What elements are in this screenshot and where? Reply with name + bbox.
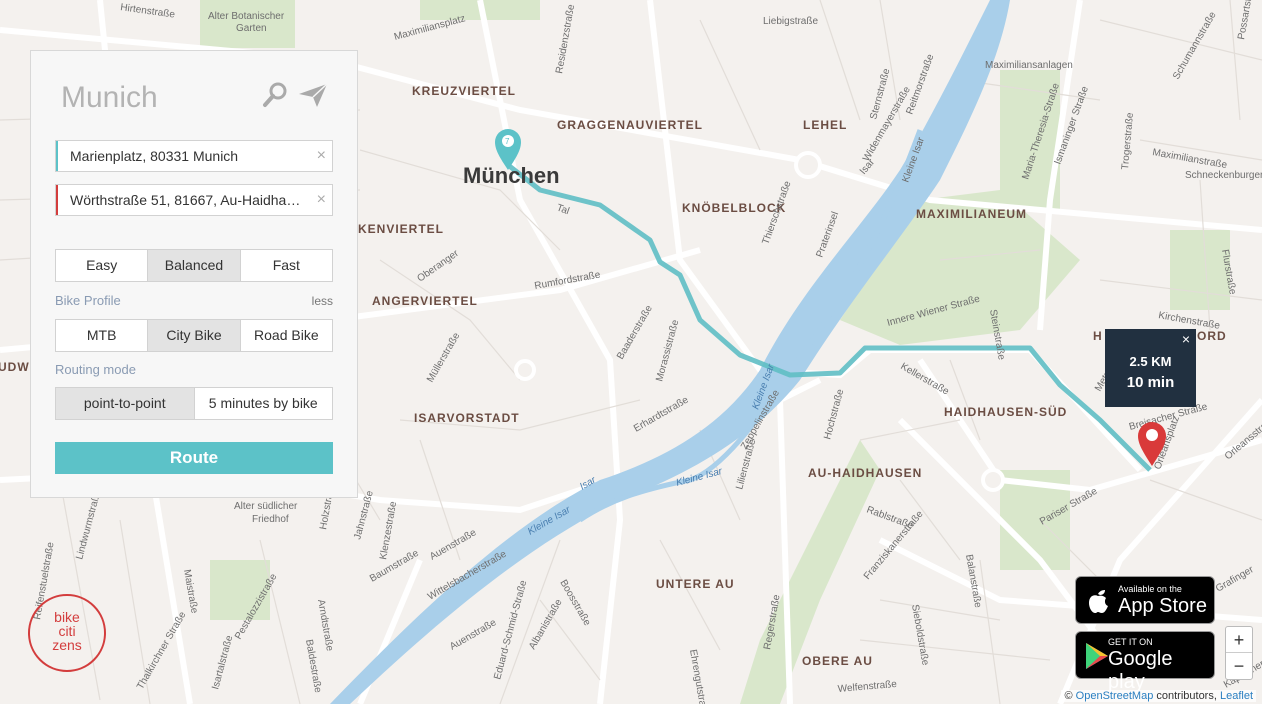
bikecitizens-logo[interactable]: bike citi zens [28, 594, 106, 672]
bike-profile-selector: MTB City Bike Road Bike [55, 319, 333, 352]
roundabout [981, 468, 1005, 492]
preference-fast[interactable]: Fast [241, 250, 332, 281]
district-label: KREUZVIERTEL [412, 84, 516, 98]
zoom-out-button[interactable]: − [1226, 653, 1252, 679]
close-icon[interactable]: × [317, 185, 326, 215]
district-label: ORD [1197, 329, 1227, 343]
google-play-big: Google play [1108, 648, 1173, 693]
district-label: H [1093, 329, 1103, 343]
map-attribution: © OpenStreetMap contributors, Leaflet [1061, 690, 1256, 702]
route-info-popup: × 2.5 KM 10 min [1105, 329, 1196, 407]
roundabout [794, 151, 822, 179]
roundabout [514, 359, 536, 381]
app-store-small: Available on the [1118, 584, 1182, 594]
google-play-badge[interactable]: GET IT ON Google play [1075, 631, 1215, 693]
app-store-big: App Store [1118, 595, 1207, 617]
street-label: Friedhof [252, 514, 289, 525]
district-label: UDW [0, 360, 30, 374]
route-distance: 2.5 KM [1129, 354, 1172, 369]
leaflet-link[interactable]: Leaflet [1220, 690, 1253, 702]
apple-icon [1089, 590, 1108, 613]
less-toggle[interactable]: less [312, 294, 333, 308]
route-button[interactable]: Route [55, 442, 333, 474]
street-label: Alter südlicher [234, 501, 298, 512]
district-label: KENVIERTEL [358, 222, 444, 236]
district-label: UNTERE AU [656, 577, 735, 591]
app-store-badge[interactable]: Available on the App Store [1075, 576, 1215, 624]
search-icon[interactable] [261, 81, 289, 114]
logo-line-3: zens [52, 637, 82, 653]
logo-line-2: citi [58, 623, 76, 639]
routing-mode-selector: point-to-point 5 minutes by bike [55, 387, 333, 420]
close-icon[interactable]: × [317, 141, 326, 171]
send-icon[interactable] [297, 81, 329, 114]
district-label: GRAGGENAUVIERTEL [557, 118, 703, 132]
district-label: HAIDHAUSEN-SÜD [944, 404, 1067, 419]
bike-profile-city[interactable]: City Bike [148, 320, 241, 351]
preference-easy[interactable]: Easy [56, 250, 149, 281]
zoom-control: + − [1225, 626, 1253, 680]
osm-link[interactable]: OpenStreetMap [1076, 690, 1154, 702]
routing-mode-label: Routing mode [55, 362, 136, 377]
google-play-small: GET IT ON [1108, 637, 1153, 647]
bike-profile-mtb[interactable]: MTB [56, 320, 149, 351]
destination-value: Wörthstraße 51, 81667, Au-Haidhausen [70, 192, 317, 208]
close-icon[interactable]: × [1182, 331, 1190, 347]
street-label: Alter Botanischer [208, 11, 285, 22]
city-label: München [463, 163, 560, 188]
play-icon [1086, 643, 1108, 669]
bike-profile-label: Bike Profile [55, 293, 121, 308]
destination-input[interactable]: Wörthstraße 51, 81667, Au-Haidhausen × [55, 184, 333, 216]
route-panel: Munich Marienplatz, 80331 Munich × Wörth… [30, 50, 358, 498]
district-label: LEHEL [803, 118, 847, 132]
routing-mode-5min[interactable]: 5 minutes by bike [195, 388, 333, 419]
routing-mode-point[interactable]: point-to-point [56, 388, 195, 419]
preference-selector: Easy Balanced Fast [55, 249, 333, 282]
preference-balanced[interactable]: Balanced [148, 250, 241, 281]
district-label: MAXIMILIANEUM [916, 207, 1027, 221]
attribution-middle: contributors, [1156, 690, 1217, 702]
street-label: Garten [236, 23, 267, 34]
logo-line-1: bike [54, 609, 80, 625]
origin-marker [56, 141, 58, 171]
origin-value: Marienplatz, 80331 Munich [70, 148, 239, 164]
city-title: Munich [61, 81, 158, 114]
district-label: AU-HAIDHAUSEN [808, 466, 922, 480]
street-label: Liebigstraße [763, 16, 818, 27]
attribution-prefix: © [1064, 690, 1073, 702]
street-label: Maximiliansanlagen [985, 60, 1073, 71]
zoom-in-button[interactable]: + [1226, 627, 1252, 653]
district-label: ISARVORSTADT [414, 411, 520, 425]
street-label: Schneckenburgerstraße [1185, 170, 1262, 181]
district-label: OBERE AU [802, 654, 873, 668]
bike-profile-road[interactable]: Road Bike [241, 320, 332, 351]
district-label: ANGERVIERTEL [372, 294, 478, 308]
route-time: 10 min [1126, 374, 1175, 391]
destination-marker [56, 185, 58, 215]
svg-text:7: 7 [505, 137, 510, 146]
origin-input[interactable]: Marienplatz, 80331 Munich × [55, 140, 333, 172]
